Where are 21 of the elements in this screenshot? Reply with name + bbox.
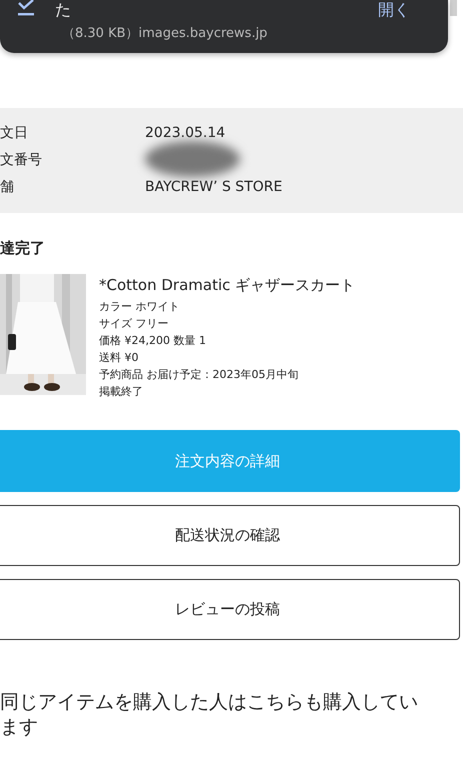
product-detail: 価格 ¥24,200 数量 1 <box>99 333 207 349</box>
order-status: 達完了 <box>0 239 46 258</box>
product-detail: カラー ホワイト <box>99 299 180 315</box>
info-value: 2023.05.14 <box>145 124 226 143</box>
info-label: 文番号 <box>0 151 43 170</box>
open-button[interactable]: 開く <box>378 0 410 21</box>
product-detail: サイズ フリー <box>99 316 170 332</box>
recommend-heading: 同じアイテムを購入した人はこちらも購入しています <box>0 690 419 740</box>
notification-detail: （8.30 KB）images.baycrews.jp <box>62 25 268 42</box>
product-detail: 送料 ¥0 <box>99 350 140 366</box>
info-label: 文日 <box>0 124 29 143</box>
product-detail: 掲載終了 <box>99 384 144 400</box>
info-value: BAYCREW’ S STORE <box>145 178 284 197</box>
product-name: *Cotton Dramatic ギャザースカート <box>99 276 356 295</box>
info-label: 舗 <box>0 178 15 197</box>
scrollbar-thumb <box>450 0 457 16</box>
action-button[interactable]: レビューの投稿 <box>0 579 460 640</box>
product-detail: 予約商品 お届け予定：2023年05月中旬 <box>99 367 300 383</box>
action-button[interactable]: 配送状況の確認 <box>0 505 460 566</box>
notification-title: た <box>55 0 71 21</box>
download-done-icon <box>17 0 35 18</box>
